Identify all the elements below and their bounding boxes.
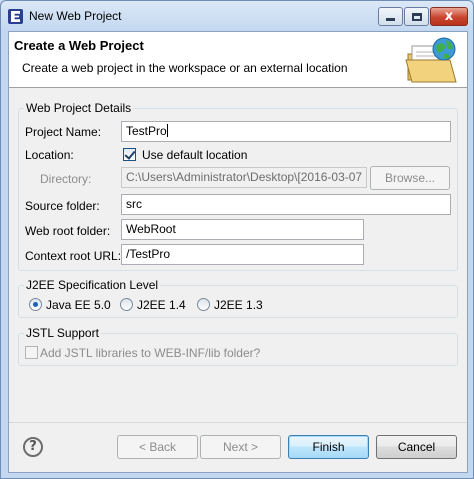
use-default-location-label[interactable]: Use default location bbox=[142, 148, 247, 162]
close-icon: x bbox=[444, 9, 454, 24]
group-label: J2EE Specification Level bbox=[24, 278, 161, 292]
wizard-banner: Create a Web Project Create a web projec… bbox=[9, 32, 467, 88]
eclipse-icon bbox=[8, 9, 23, 24]
source-folder-input[interactable]: src bbox=[121, 194, 451, 215]
web-project-folder-globe-icon bbox=[405, 37, 457, 83]
browse-button: Browse... bbox=[370, 166, 450, 190]
text-caret bbox=[166, 124, 168, 137]
maximize-button[interactable] bbox=[404, 7, 429, 26]
use-default-location-checkbox[interactable] bbox=[123, 148, 136, 161]
add-jstl-checkbox bbox=[25, 346, 38, 359]
finish-button[interactable]: Finish bbox=[288, 435, 369, 459]
banner-title: Create a Web Project bbox=[14, 38, 144, 53]
context-root-url-label: Context root URL: bbox=[25, 249, 122, 263]
cancel-button[interactable]: Cancel bbox=[376, 435, 457, 459]
web-root-folder-label: Web root folder: bbox=[25, 224, 111, 238]
radio-j2ee-1-3-label[interactable]: J2EE 1.3 bbox=[214, 298, 263, 312]
radio-java-ee-5-label[interactable]: Java EE 5.0 bbox=[46, 298, 111, 312]
project-name-value: TestPro bbox=[126, 124, 167, 138]
banner-description: Create a web project in the workspace or… bbox=[22, 61, 348, 75]
directory-label: Directory: bbox=[40, 172, 92, 186]
minimize-icon bbox=[386, 18, 395, 21]
close-button[interactable]: x bbox=[430, 7, 468, 26]
project-name-input[interactable]: TestPro bbox=[121, 121, 451, 142]
context-root-url-input[interactable]: /TestPro bbox=[121, 244, 364, 265]
radio-java-ee-5[interactable] bbox=[29, 298, 42, 311]
minimize-button[interactable] bbox=[378, 7, 403, 26]
maximize-icon bbox=[411, 12, 422, 21]
source-folder-label: Source folder: bbox=[25, 199, 100, 213]
project-name-label: Project Name: bbox=[25, 125, 102, 139]
radio-j2ee-1-4-label[interactable]: J2EE 1.4 bbox=[137, 298, 186, 312]
group-label: Web Project Details bbox=[24, 101, 134, 115]
add-jstl-label: Add JSTL libraries to WEB-INF/lib folder… bbox=[40, 346, 261, 360]
location-label: Location: bbox=[25, 148, 74, 162]
title-bar[interactable]: New Web Project x bbox=[1, 1, 473, 31]
window-title: New Web Project bbox=[29, 9, 122, 23]
directory-input: C:\Users\Administrator\Desktop\[2016-03-… bbox=[121, 167, 367, 188]
dialog-client-area: Create a Web Project Create a web projec… bbox=[8, 31, 468, 473]
help-icon[interactable]: ? bbox=[23, 437, 43, 457]
radio-j2ee-1-4[interactable] bbox=[120, 298, 133, 311]
group-label: JSTL Support bbox=[24, 326, 101, 340]
dialog-window: New Web Project x Create a Web Project C… bbox=[0, 0, 474, 479]
radio-j2ee-1-3[interactable] bbox=[197, 298, 210, 311]
next-button: Next > bbox=[200, 435, 281, 459]
button-bar-separator bbox=[9, 422, 467, 423]
back-button: < Back bbox=[117, 435, 198, 459]
web-root-folder-input[interactable]: WebRoot bbox=[121, 219, 364, 240]
